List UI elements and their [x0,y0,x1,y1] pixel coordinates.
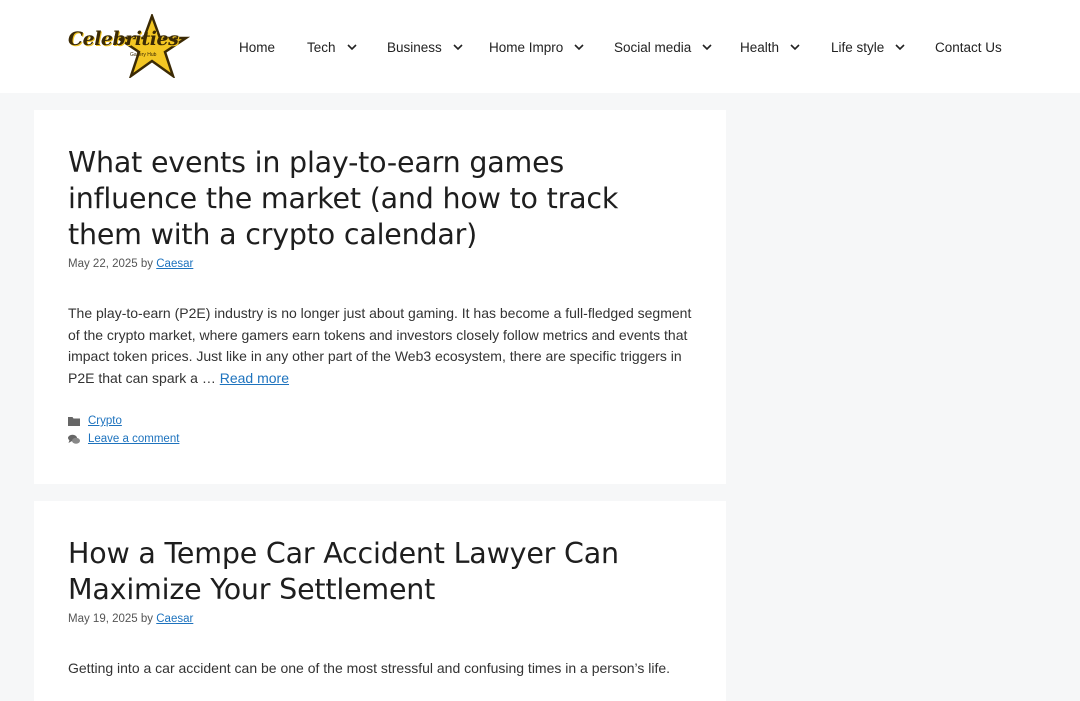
post-excerpt: Getting into a car accident can be one o… [68,660,671,676]
nav-item-home-impro[interactable]: Home Impro [489,38,584,56]
chevron-down-icon [702,44,712,51]
post-card: How a Tempe Car Accident Lawyer Can Maxi… [34,501,726,701]
nav-item-label: Social media [614,39,692,55]
nav-item-label: Business [387,39,442,55]
nav-item-home[interactable]: Home [239,38,275,56]
nav-item-business[interactable]: Business [387,38,463,56]
main-navigation: Home Tech Business Home Impro Social med… [0,0,1080,93]
post-date: May 22, 2025 [68,258,138,270]
author-link[interactable]: Caesar [156,613,193,625]
folder-icon [68,416,80,426]
comments-icon [68,434,80,444]
post-title[interactable]: What events in play-to-earn games influe… [68,145,698,253]
chevron-down-icon [453,44,463,51]
author-link[interactable]: Caesar [156,258,193,270]
post-date: May 19, 2025 [68,613,138,625]
post-comments: Leave a comment [68,433,179,445]
nav-item-health[interactable]: Health [740,38,800,56]
chevron-down-icon [346,44,357,51]
post-category: Crypto [68,415,122,427]
chevron-down-icon [895,44,905,51]
chevron-down-icon [790,44,800,51]
nav-item-contact-us[interactable]: Contact Us [935,38,1002,56]
chevron-down-icon [574,44,584,51]
nav-item-social-media[interactable]: Social media [614,38,712,56]
post-meta: May 22, 2025 by Caesar [68,258,193,270]
post-by: by [140,613,154,625]
read-more-link[interactable]: Read more [220,370,289,386]
nav-item-label: Life style [831,39,885,55]
leave-comment-link[interactable]: Leave a comment [88,433,179,445]
nav-item-life-style[interactable]: Life style [831,38,905,56]
site-header: Celebrities Gallery Hub Home Tech Busine… [0,0,1080,93]
post-card: What events in play-to-earn games influe… [34,110,726,484]
post-excerpt: The play-to-earn (P2E) industry is no lo… [68,303,698,389]
nav-item-label: Home Impro [489,39,564,55]
post-by: by [140,258,154,270]
nav-item-tech[interactable]: Tech [307,38,357,56]
nav-item-label: Home [239,39,276,55]
post-meta: May 19, 2025 by Caesar [68,613,193,625]
nav-item-label: Tech [307,39,336,55]
post-title[interactable]: How a Tempe Car Accident Lawyer Can Maxi… [68,536,698,608]
category-link[interactable]: Crypto [88,415,122,427]
post-excerpt-text: The play-to-earn (P2E) industry is no lo… [68,305,692,386]
nav-item-label: Health [740,39,780,55]
nav-item-label: Contact Us [935,39,1002,55]
